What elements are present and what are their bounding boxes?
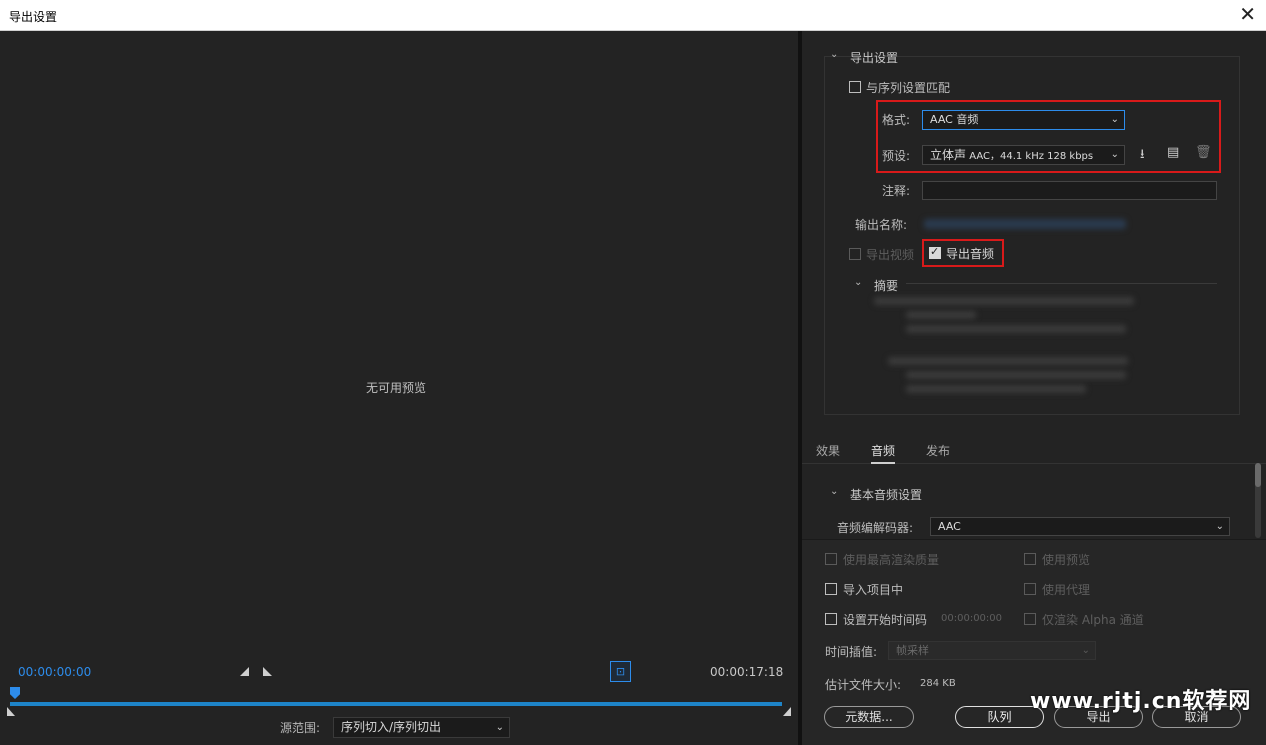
export-video-checkbox[interactable] — [849, 248, 861, 260]
title-bar: 导出设置 ✕ — [0, 0, 1266, 31]
output-name-link[interactable] — [924, 219, 1126, 229]
basic-audio-settings-header: 基本音频设置 — [850, 488, 923, 502]
mark-in-icon[interactable] — [240, 667, 249, 676]
summary-line — [906, 311, 976, 319]
set-start-timecode-checkbox[interactable] — [825, 613, 837, 625]
use-proxy-checkbox[interactable] — [1024, 583, 1036, 595]
fit-zoom-icon[interactable]: ⊡ — [610, 661, 631, 682]
chevron-down-icon: ⌄ — [1215, 521, 1224, 532]
mark-out-icon[interactable] — [263, 667, 272, 676]
metadata-button[interactable]: 元数据... — [824, 706, 914, 728]
export-audio-label: 导出音频 — [946, 247, 995, 261]
comment-label: 注释: — [882, 184, 911, 198]
export-settings-header: 导出设置 — [850, 51, 899, 65]
time-interpolation-select[interactable]: 帧采样 ⌄ — [888, 641, 1096, 660]
settings-scrollbar[interactable] — [1255, 463, 1261, 538]
use-proxy-label: 使用代理 — [1042, 583, 1091, 597]
playhead-handle[interactable] — [10, 687, 20, 699]
preset-label: 预设: — [882, 149, 911, 163]
set-start-timecode-label: 设置开始时间码 — [843, 613, 928, 627]
start-timecode-value: 00:00:00:00 — [941, 613, 1003, 624]
in-point-handle[interactable] — [7, 707, 15, 716]
chevron-down-icon: ⌄ — [495, 722, 504, 733]
summary-header: 摘要 — [874, 279, 899, 293]
use-preview-checkbox[interactable] — [1024, 553, 1036, 565]
chevron-down-icon: ⌄ — [1081, 645, 1090, 656]
out-point-handle[interactable] — [783, 707, 791, 716]
timeline-track[interactable] — [10, 702, 782, 706]
summary-divider — [906, 283, 1217, 284]
match-sequence-checkbox[interactable] — [849, 81, 861, 93]
chevron-down-icon[interactable]: ⌄ — [830, 49, 838, 60]
tab-audio[interactable]: 音频 — [871, 442, 896, 464]
settings-tabs: 效果 音频 发布 — [802, 434, 1266, 464]
preset-value-detail: AAC，44.1 kHz 128 kbps — [969, 151, 1094, 162]
summary-line — [888, 357, 1128, 365]
preset-value-main: 立体声 — [930, 148, 967, 162]
window-title: 导出设置 — [9, 10, 58, 24]
comment-input[interactable] — [922, 181, 1217, 200]
source-range-value: 序列切入/序列切出 — [341, 720, 442, 734]
format-label: 格式: — [882, 113, 911, 127]
summary-line — [906, 325, 1126, 333]
settings-panel: ⌄ 导出设置 与序列设置匹配 格式: AAC 音频 ⌄ 预设: 立体声 AAC，… — [802, 31, 1266, 745]
import-to-project-label: 导入项目中 — [843, 583, 904, 597]
watermark-text: www.rjtj.cn软荐网 — [1030, 689, 1252, 714]
output-name-label: 输出名称: — [855, 218, 908, 232]
audio-codec-select[interactable]: AAC ⌄ — [930, 517, 1230, 536]
render-alpha-only-label: 仅渲染 Alpha 通道 — [1042, 613, 1144, 627]
preview-panel: 无可用预览 00:00:00:00 ⊡ 00:00:17:18 源范围: 序列切… — [0, 31, 798, 745]
timecode-end: 00:00:17:18 — [710, 665, 784, 679]
audio-codec-value: AAC — [938, 520, 961, 533]
save-preset-icon[interactable]: ⭳ — [1140, 145, 1145, 167]
import-to-project-checkbox[interactable] — [825, 583, 837, 595]
est-file-size-label: 估计文件大小: — [825, 678, 902, 692]
no-preview-text: 无可用预览 — [366, 381, 427, 395]
time-interpolation-label: 时间插值: — [825, 645, 878, 659]
preset-select[interactable]: 立体声 AAC，44.1 kHz 128 kbps ⌄ — [922, 145, 1125, 165]
timecode-start[interactable]: 00:00:00:00 — [18, 665, 91, 679]
close-icon[interactable]: ✕ — [1239, 4, 1256, 24]
source-range-select[interactable]: 序列切入/序列切出 ⌄ — [333, 717, 510, 738]
use-preview-label: 使用预览 — [1042, 553, 1091, 567]
format-select[interactable]: AAC 音频 ⌄ — [922, 110, 1125, 130]
max-render-quality-checkbox[interactable] — [825, 553, 837, 565]
chevron-down-icon[interactable]: ⌄ — [854, 277, 862, 288]
chevron-down-icon[interactable]: ⌄ — [830, 486, 838, 497]
render-alpha-only-checkbox[interactable] — [1024, 613, 1036, 625]
export-video-label: 导出视频 — [866, 248, 915, 262]
match-sequence-label: 与序列设置匹配 — [866, 81, 951, 95]
chevron-down-icon: ⌄ — [1110, 114, 1119, 125]
scrollbar-thumb[interactable] — [1255, 463, 1261, 487]
source-range-label: 源范围: — [280, 721, 321, 735]
summary-line — [906, 385, 1086, 393]
import-preset-icon[interactable]: ▤ — [1167, 145, 1179, 160]
format-value: AAC 音频 — [930, 113, 979, 126]
tab-publish[interactable]: 发布 — [926, 442, 950, 459]
delete-preset-icon[interactable]: 🗑 — [1195, 145, 1212, 160]
max-render-quality-label: 使用最高渲染质量 — [843, 553, 940, 567]
summary-line — [906, 371, 1126, 379]
est-file-size-value: 284 KB — [920, 678, 956, 689]
export-audio-checkbox[interactable] — [929, 245, 941, 259]
time-interpolation-value: 帧采样 — [896, 644, 929, 657]
summary-line — [874, 297, 1134, 305]
tab-effects[interactable]: 效果 — [816, 442, 840, 459]
chevron-down-icon: ⌄ — [1110, 149, 1119, 160]
audio-codec-label: 音频编解码器: — [837, 521, 914, 535]
